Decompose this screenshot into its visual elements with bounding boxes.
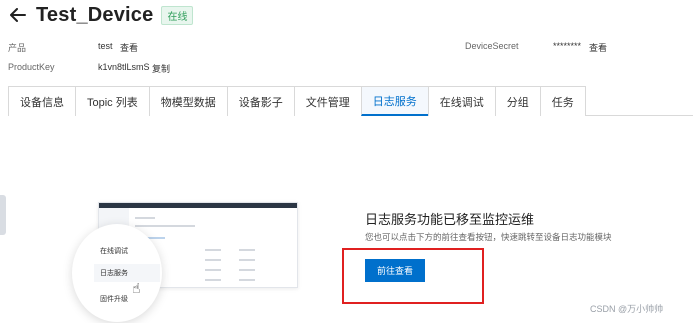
tab-log-service[interactable]: 日志服务 xyxy=(360,86,429,116)
product-label: 产品 xyxy=(8,43,27,53)
tab-online-debug[interactable]: 在线调试 xyxy=(427,86,496,116)
illustration-menu-item: 固件升级 xyxy=(100,296,128,303)
notice-description: 您也可以点击下方的前往查看按钮，快速跳转至设备日志功能模块 xyxy=(365,232,612,242)
go-to-view-button[interactable]: 前往查看 xyxy=(365,259,425,282)
product-value: test xyxy=(98,41,113,51)
hand-pointer-icon: ☝ xyxy=(132,280,141,296)
tab-device-shadow[interactable]: 设备影子 xyxy=(226,86,295,116)
devicesecret-value: ******** xyxy=(553,41,582,51)
page-header: Test_Device 在线 xyxy=(8,0,194,30)
arrow-left-icon[interactable] xyxy=(8,5,28,25)
migration-illustration: 在线调试 日志服务 固件升级 ☝ xyxy=(72,196,302,323)
tab-task[interactable]: 任务 xyxy=(539,86,586,116)
devicesecret-view-link[interactable]: 查看 xyxy=(589,41,607,54)
devicesecret-label: DeviceSecret xyxy=(465,41,519,51)
tab-group[interactable]: 分组 xyxy=(494,86,541,116)
tab-device-info[interactable]: 设备信息 xyxy=(8,86,76,116)
tab-thing-model-data[interactable]: 物模型数据 xyxy=(148,86,228,116)
tab-file-management[interactable]: 文件管理 xyxy=(293,86,362,116)
illustration-menu-item-selected: 日志服务 xyxy=(94,264,160,282)
productkey-copy-link[interactable]: 复制 xyxy=(152,62,170,75)
menu-magnifier-bubble: 在线调试 日志服务 固件升级 xyxy=(72,224,162,322)
device-tabs: 设备信息 Topic 列表 物模型数据 设备影子 文件管理 日志服务 在线调试 … xyxy=(8,86,693,116)
notice-title: 日志服务功能已移至监控运维 xyxy=(365,212,535,227)
status-badge: 在线 xyxy=(161,5,194,25)
side-collapse-handle[interactable] xyxy=(0,195,6,235)
productkey-label: ProductKey xyxy=(8,62,55,72)
watermark: CSDN @万小帅帅 xyxy=(590,304,664,314)
tab-topic-list[interactable]: Topic 列表 xyxy=(75,86,150,116)
productkey-value: k1vn8tlLsmS xyxy=(98,62,150,72)
illustration-menu-item: 在线调试 xyxy=(100,248,128,255)
page-title: Test_Device xyxy=(36,3,154,26)
product-view-link[interactable]: 查看 xyxy=(120,41,138,54)
